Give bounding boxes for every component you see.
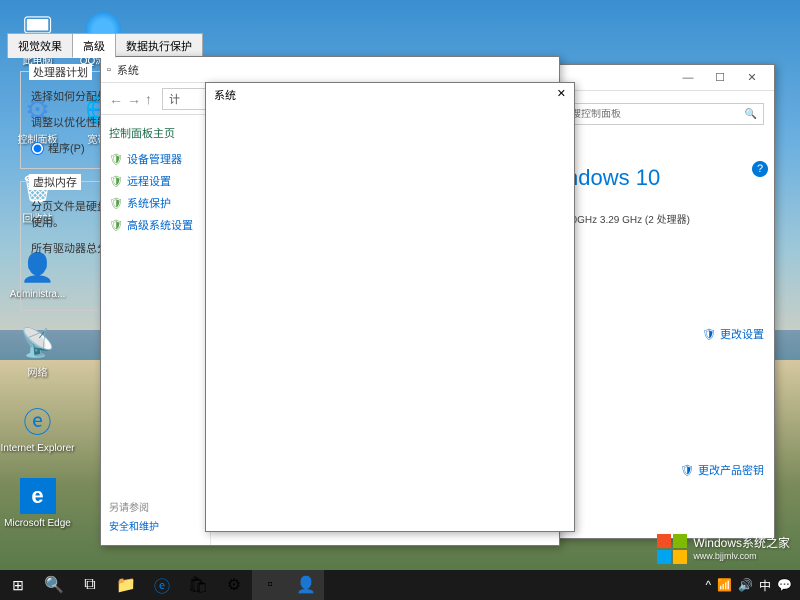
taskbar-explorer[interactable]: 📁: [108, 570, 144, 600]
taskbar-app2[interactable]: 👤: [288, 570, 324, 600]
windows-logo-icon: [657, 534, 687, 564]
taskbar-edge[interactable]: ⓔ: [144, 570, 180, 600]
help-icon[interactable]: ?: [752, 161, 768, 177]
up-button[interactable]: ↑: [145, 91, 152, 107]
sidebar-advanced-settings[interactable]: 高级系统设置: [109, 217, 202, 233]
windows-logo: ndows 10: [566, 165, 764, 191]
watermark: Windows系统之家 www.bjjmlv.com: [657, 534, 790, 564]
close-icon[interactable]: ✕: [557, 87, 566, 100]
change-settings-link[interactable]: 更改设置: [702, 326, 764, 342]
watermark-title: Windows系统之家: [693, 536, 790, 550]
taskbar-app1[interactable]: ▫: [252, 570, 288, 600]
virtual-memory-title: 虚拟内存: [29, 174, 81, 190]
tray-notification-icon[interactable]: 💬: [777, 578, 792, 592]
network-icon: [18, 322, 58, 362]
search-bar: 🔍: [566, 103, 764, 125]
system-title: 系统: [117, 62, 553, 78]
security-maintenance-link[interactable]: 安全和维护: [109, 518, 159, 533]
tray-volume-icon[interactable]: 🔊: [738, 578, 753, 592]
taskbar-store[interactable]: 🛍: [180, 570, 216, 600]
about-window: — ☐ ✕ 🔍 ? ndows 10 30GHz 3.29 GHz (2 处理器…: [555, 64, 775, 539]
radio-programs[interactable]: 程序(P): [31, 140, 85, 156]
taskbar: ⊞ 🔍 ⧉ 📁 ⓔ 🛍 ⚙ ▫ 👤 ^ 📶 🔊 中 💬: [0, 570, 800, 600]
about-titlebar[interactable]: — ☐ ✕: [556, 65, 774, 91]
ie-icon: [18, 401, 58, 441]
taskbar-search[interactable]: 🔍: [36, 570, 72, 600]
system-titlebar[interactable]: ▫ 系统: [101, 57, 559, 83]
tray-chevron-icon[interactable]: ^: [705, 578, 711, 592]
edge-icon: [20, 478, 56, 514]
tab-visual-effects[interactable]: 视觉效果: [7, 33, 73, 58]
tray-network-icon[interactable]: 📶: [717, 578, 732, 592]
tab-dep[interactable]: 数据执行保护: [115, 33, 203, 58]
desktop-icon-edge[interactable]: Microsoft Edge: [10, 476, 65, 529]
tray-ime-icon[interactable]: 中: [759, 577, 771, 594]
taskbar-settings[interactable]: ⚙: [216, 570, 252, 600]
desktop-icon-ie[interactable]: Internet Explorer: [10, 401, 65, 454]
change-product-key-link[interactable]: 更改产品密钥: [680, 462, 764, 478]
minimize-button[interactable]: —: [672, 66, 704, 90]
system-properties-window: 系统 ✕: [205, 82, 575, 532]
forward-button[interactable]: →: [127, 91, 141, 107]
see-also-label: 另请参阅: [109, 499, 159, 514]
sidebar-system-protection[interactable]: 系统保护: [109, 195, 202, 211]
back-button[interactable]: ←: [109, 91, 123, 107]
props-title[interactable]: 系统 ✕: [206, 83, 574, 107]
system-tray: ^ 📶 🔊 中 💬: [697, 577, 800, 594]
processor-scheduling-title: 处理器计划: [29, 64, 92, 80]
sidebar-device-manager[interactable]: 设备管理器: [109, 151, 202, 167]
start-button[interactable]: ⊞: [0, 570, 36, 600]
sidebar-remote-settings[interactable]: 远程设置: [109, 173, 202, 189]
maximize-button[interactable]: ☐: [704, 66, 736, 90]
search-icon[interactable]: 🔍: [739, 109, 763, 120]
sidebar-title: 控制面板主页: [109, 125, 202, 141]
tab-advanced[interactable]: 高级: [72, 33, 116, 58]
search-input[interactable]: [567, 109, 739, 120]
cpu-info: 30GHz 3.29 GHz (2 处理器): [566, 211, 764, 226]
desktop-icon-network[interactable]: 网络: [10, 322, 65, 379]
watermark-url: www.bjjmlv.com: [693, 551, 790, 562]
task-view-icon[interactable]: ⧉: [72, 570, 108, 600]
close-button[interactable]: ✕: [736, 66, 768, 90]
sidebar: 控制面板主页 设备管理器 远程设置 系统保护 高级系统设置 另请参阅 安全和维护: [101, 115, 211, 545]
